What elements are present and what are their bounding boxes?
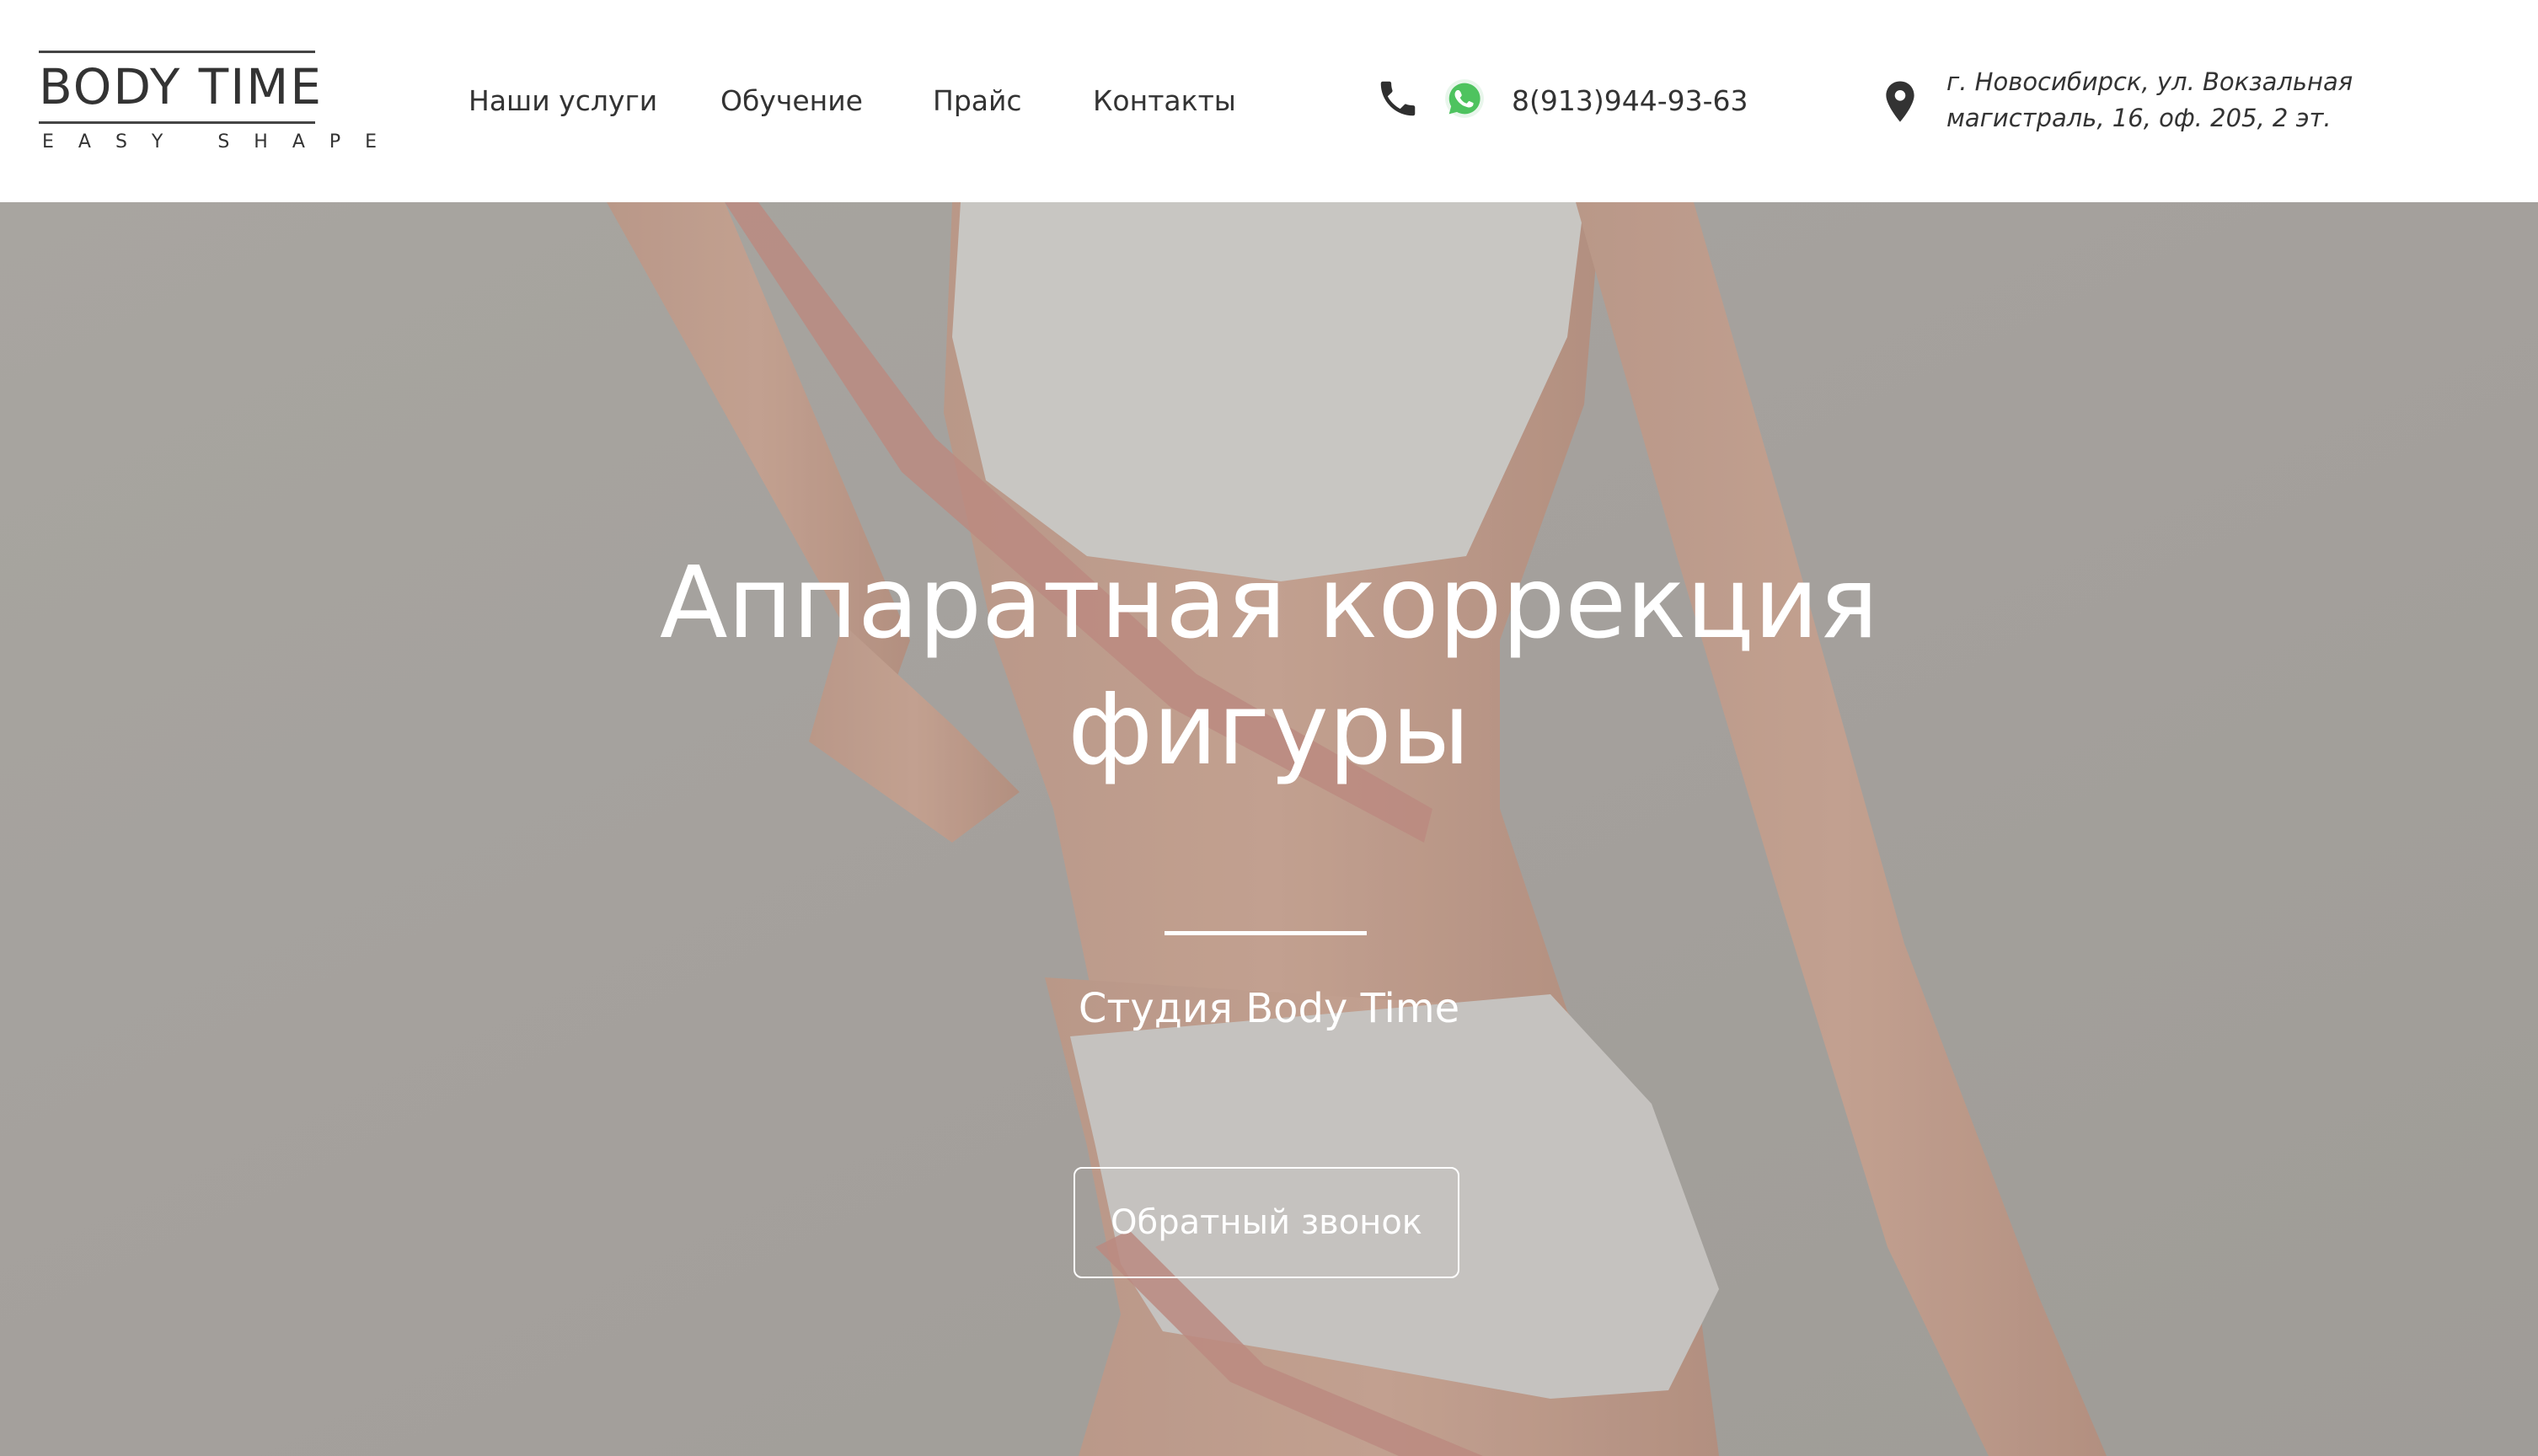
- whatsapp-icon[interactable]: [1443, 78, 1486, 120]
- address-line: магистраль, 16, оф. 205, 2 эт.: [1946, 104, 2332, 132]
- brand-logo[interactable]: BODY TIME EASY SHAPE: [39, 49, 402, 157]
- hero-banner: Аппаратная коррекция фигуры Студия Body …: [0, 202, 2538, 1456]
- callback-button[interactable]: Обратный звонок: [1074, 1167, 1459, 1278]
- address-line: г. Новосибирск, ул. Вокзальная: [1946, 67, 2353, 96]
- nav-item-price[interactable]: Прайс: [933, 78, 1022, 125]
- nav-item-training[interactable]: Обучение: [720, 78, 863, 125]
- logo-title: BODY TIME: [39, 58, 323, 115]
- nav-item-services[interactable]: Наши услуги: [469, 78, 657, 125]
- studio-address: г. Новосибирск, ул. Вокзальная магистрал…: [1946, 64, 2469, 136]
- phone-icon[interactable]: [1375, 76, 1421, 121]
- hero-title: Аппаратная коррекция фигуры: [511, 539, 2027, 792]
- hero-divider: [1165, 931, 1367, 935]
- logo-tagline: EASY SHAPE: [42, 131, 402, 153]
- logo-top-rule: [39, 51, 315, 53]
- phone-number[interactable]: 8(913)944-93-63: [1512, 78, 1748, 125]
- hero-title-line: Аппаратная коррекция: [659, 544, 1879, 661]
- site-header: BODY TIME EASY SHAPE Наши услуги Обучени…: [0, 0, 2538, 202]
- hero-subtitle: Студия Body Time: [1078, 985, 1460, 1032]
- logo-bottom-rule: [39, 121, 315, 124]
- nav-item-contacts[interactable]: Контакты: [1093, 78, 1236, 125]
- hero-title-line: фигуры: [1068, 671, 1470, 787]
- map-pin-icon: [1882, 79, 1918, 125]
